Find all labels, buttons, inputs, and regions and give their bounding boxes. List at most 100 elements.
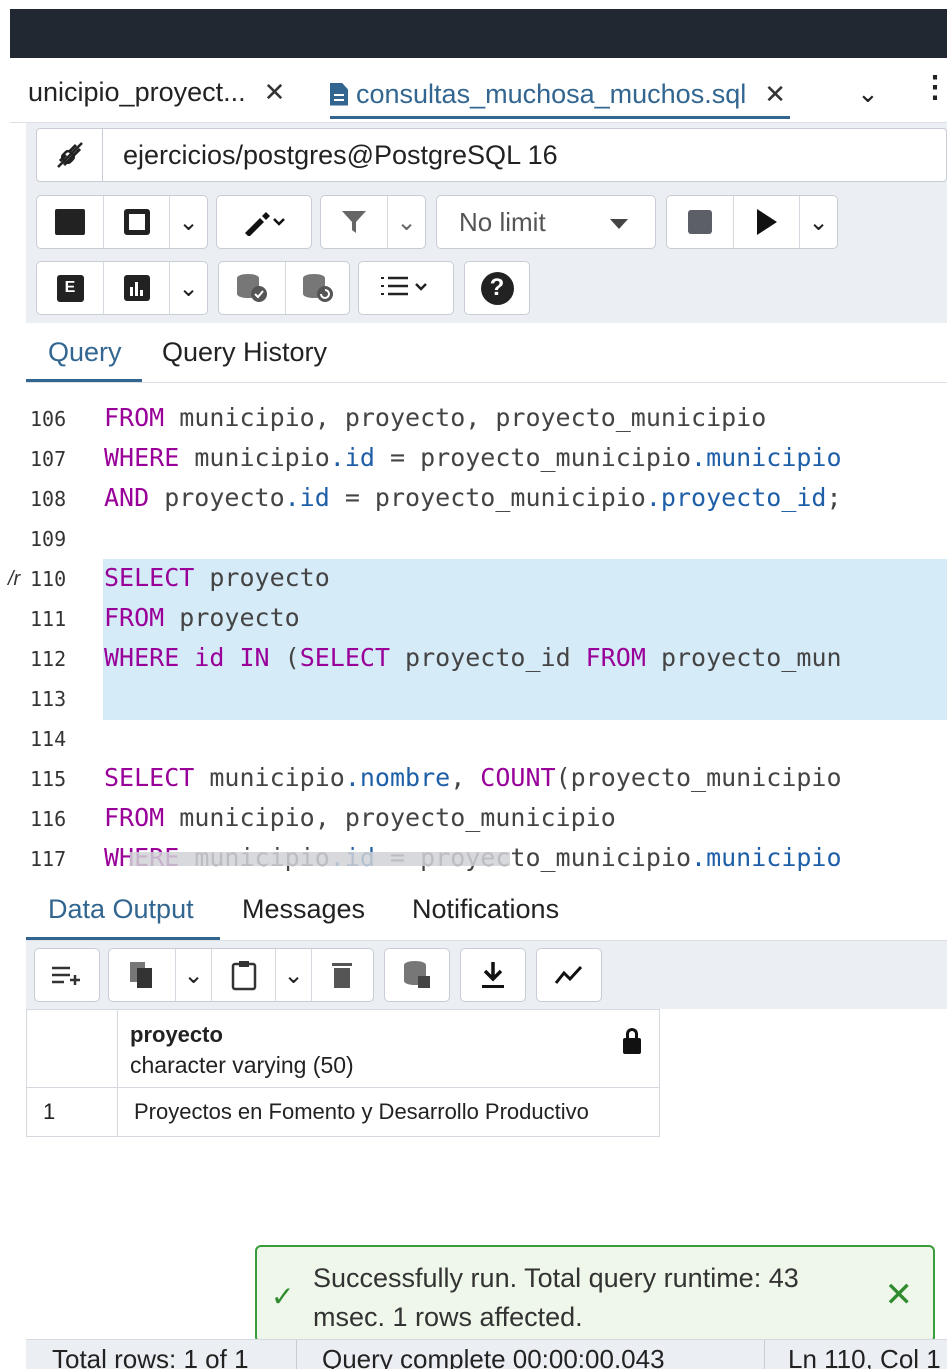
sql-editor[interactable]: 106 FROM municipio, proyecto, proyecto_mu…	[26, 383, 947, 880]
sql-text: = proyecto_municipio	[374, 443, 692, 472]
file-toolbar-group: ⌄	[36, 195, 208, 249]
sql-property: .proyecto_id	[645, 483, 827, 512]
trash-icon	[331, 963, 352, 988]
active-tab-indicator	[26, 937, 220, 940]
code-text: SELECT proyecto	[104, 563, 330, 592]
commit-button[interactable]	[219, 262, 285, 314]
edit-button[interactable]	[217, 196, 311, 248]
caret-down-icon	[610, 219, 628, 229]
code-line[interactable]: 115 SELECT municipio.nombre, COUNT(proyec…	[26, 759, 947, 799]
tab-notifications[interactable]: Notifications	[412, 894, 559, 925]
tab-messages[interactable]: Messages	[242, 894, 365, 925]
code-text: WHERE id IN (SELECT proyecto_id FROM pro…	[104, 643, 842, 672]
column-header-proyecto[interactable]: proyecto character varying (50)	[118, 1009, 660, 1088]
save-button[interactable]	[103, 196, 169, 248]
download-button[interactable]	[461, 949, 525, 1001]
code-text: FROM municipio, proyecto_municipio	[104, 803, 616, 832]
close-icon[interactable]: ✕	[764, 79, 786, 110]
sql-property: .municipio	[691, 843, 842, 872]
line-number: 115	[30, 767, 67, 791]
copy-options-dropdown[interactable]: ⌄	[175, 949, 211, 1001]
tab-consultas-sql[interactable]: consultas_muchosa_muchos.sql ✕	[330, 72, 791, 119]
filter-button[interactable]	[321, 196, 387, 248]
code-line[interactable]: 110 SELECT proyecto	[26, 559, 947, 599]
sql-keyword: COUNT	[480, 763, 556, 792]
horizontal-scrollbar[interactable]	[130, 852, 510, 866]
transaction-toolbar-group	[218, 261, 350, 315]
row-limit-select[interactable]: No limit	[436, 195, 656, 249]
explain-analyze-button[interactable]	[103, 262, 169, 314]
table-cell[interactable]: Proyectos en Fomento y Desarrollo Produc…	[118, 1088, 660, 1137]
code-line[interactable]: 107 WHERE municipio.id = proyecto_municip…	[26, 439, 947, 479]
output-toolbar: ⌄ ⌄	[26, 941, 947, 1009]
column-name: proyecto	[130, 1022, 223, 1047]
execute-options-dropdown[interactable]: ⌄	[799, 196, 837, 248]
open-file-button[interactable]	[37, 196, 103, 248]
paste-options-dropdown[interactable]: ⌄	[275, 949, 311, 1001]
filter-options-dropdown[interactable]: ⌄	[387, 196, 425, 248]
sql-property: .nombre	[344, 763, 451, 792]
rollback-button[interactable]	[285, 262, 349, 314]
chevron-down-icon[interactable]: ⌄	[857, 78, 879, 109]
sql-text: (proyecto_municipio	[555, 763, 842, 792]
code-line[interactable]: 113	[26, 679, 947, 719]
query-tabs: Query Query History	[26, 323, 947, 383]
help-icon: ?	[480, 271, 514, 305]
explain-toolbar-group: E ⌄	[36, 261, 208, 315]
sql-keyword: FROM	[104, 803, 165, 832]
paste-button[interactable]	[211, 949, 275, 1001]
format-sql-button[interactable]	[359, 262, 453, 314]
delete-button[interactable]	[311, 949, 371, 1001]
tab-query-history[interactable]: Query History	[162, 337, 327, 368]
copy-button[interactable]	[109, 949, 175, 1001]
sql-text: proyecto	[194, 563, 330, 592]
sql-property: .municipio	[691, 443, 842, 472]
download-group	[460, 948, 526, 1002]
row-number-header[interactable]	[26, 1009, 118, 1088]
folder-icon	[55, 209, 85, 235]
row-number[interactable]: 1	[26, 1088, 118, 1137]
success-notification: ✓ Successfully run. Total query runtime:…	[255, 1245, 935, 1343]
tab-municipio-proyecto[interactable]: unicipio_proyect... ✕	[28, 72, 285, 112]
explain-options-dropdown[interactable]: ⌄	[169, 262, 207, 314]
line-number: 112	[30, 647, 67, 671]
database-rollback-icon	[302, 274, 333, 302]
code-text: AND proyecto.id = proyecto_municipio.pro…	[104, 483, 842, 512]
tab-query[interactable]: Query	[48, 337, 122, 368]
line-number: 111	[30, 607, 67, 631]
explain-button[interactable]: E	[37, 262, 103, 314]
sql-text: ;	[826, 483, 842, 512]
row-limit-value: No limit	[459, 207, 546, 237]
add-row-button[interactable]	[35, 949, 99, 1001]
line-number: 117	[30, 847, 67, 871]
graph-visualiser-button[interactable]	[537, 949, 601, 1001]
code-line[interactable]: 114	[26, 719, 947, 759]
tab-data-output[interactable]: Data Output	[48, 894, 194, 925]
execute-button[interactable]	[733, 196, 799, 248]
cursor-position-status: Ln 110, Col 1	[788, 1344, 941, 1369]
code-line[interactable]: 112 WHERE id IN (SELECT proyecto_id FROM …	[26, 639, 947, 679]
code-line[interactable]: 116 FROM municipio, proyecto_municipio	[26, 799, 947, 839]
code-line[interactable]: 111 FROM proyecto	[26, 599, 947, 639]
save-options-dropdown[interactable]: ⌄	[169, 196, 207, 248]
close-icon[interactable]: ✕	[885, 1275, 914, 1315]
code-line[interactable]: 106 FROM municipio, proyecto, proyecto_mu…	[26, 399, 947, 439]
save-data-group	[384, 948, 450, 1002]
help-button[interactable]: ?	[465, 262, 529, 314]
sql-text: (	[269, 643, 300, 672]
code-line[interactable]: 108 AND proyecto.id = proyecto_municipio.…	[26, 479, 947, 519]
clipboard-icon	[231, 961, 256, 991]
filter-toolbar-group: ⌄	[320, 195, 426, 249]
save-data-button[interactable]	[385, 949, 449, 1001]
close-icon[interactable]: ✕	[264, 77, 286, 108]
sql-keyword: SELECT	[299, 643, 390, 672]
sql-text: ,	[450, 763, 481, 792]
sql-text: municipio, proyecto_municipio	[164, 803, 616, 832]
add-row-icon	[52, 966, 80, 985]
code-line[interactable]: 109	[26, 519, 947, 559]
stop-button[interactable]	[667, 196, 733, 248]
connection-status-icon[interactable]	[37, 129, 103, 181]
connection-selector[interactable]: ejercicios/postgres@PostgreSQL 16	[36, 128, 947, 182]
more-options-icon[interactable]: ⋮	[920, 70, 947, 105]
sql-keyword: WHERE id IN	[104, 643, 270, 672]
